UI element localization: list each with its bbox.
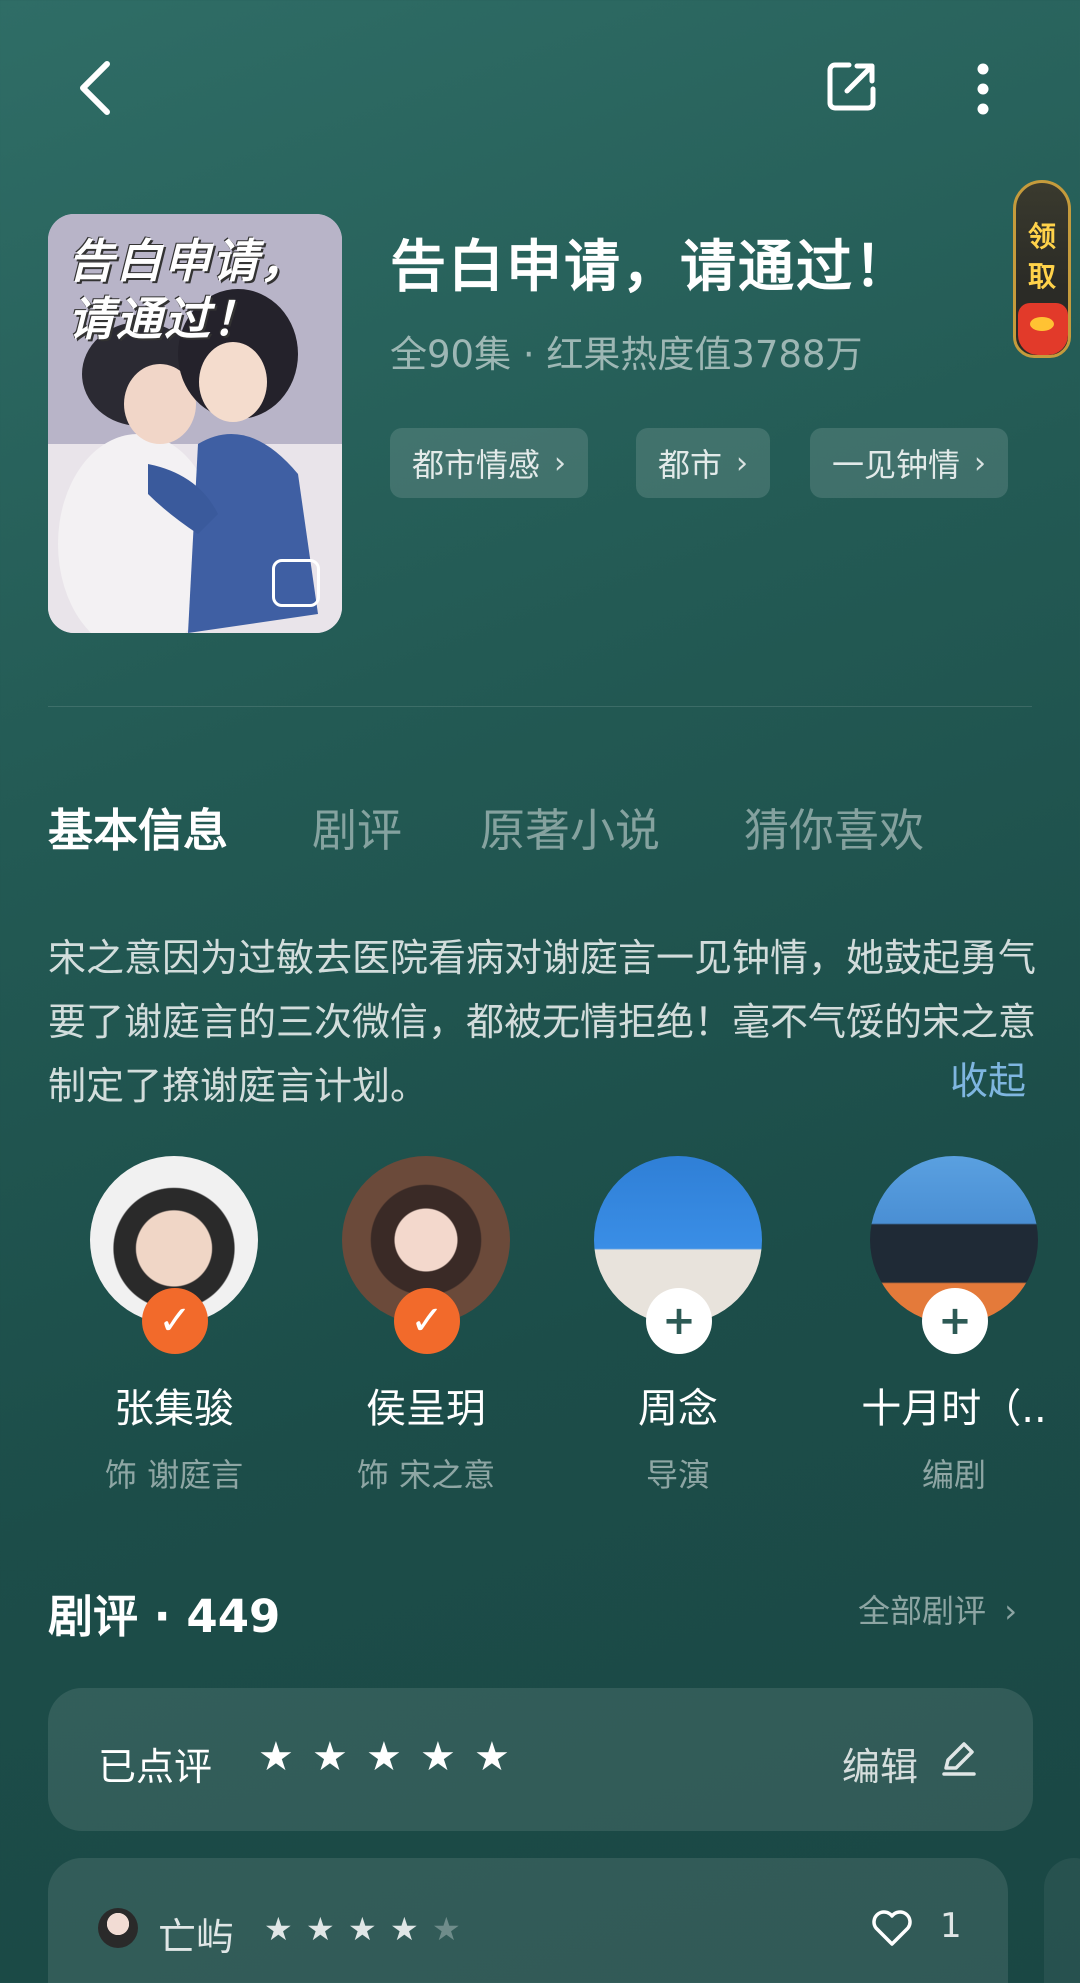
cast-name: 周念 <box>638 1386 718 1432</box>
star-icon: ★ <box>264 1910 293 1948</box>
cast-member-3[interactable]: + 十月时（.. 编剧 <box>854 1156 1054 1496</box>
star-icon[interactable]: ★ <box>474 1734 510 1780</box>
star-icon[interactable]: ★ <box>420 1734 456 1780</box>
star-icon[interactable]: ★ <box>366 1734 402 1780</box>
show-meta: 全90集 · 红果热度值3788万 <box>390 333 863 376</box>
star-icon[interactable]: ★ <box>312 1734 348 1780</box>
cover-badge-icon <box>272 559 320 607</box>
cast-name: 侯呈玥 <box>366 1386 486 1432</box>
chevron-right-icon: › <box>554 445 567 481</box>
heart-icon[interactable] <box>870 1906 914 1950</box>
genre-tag-2[interactable]: 一见钟情 › <box>810 428 1009 498</box>
review-card-next[interactable] <box>1044 1858 1080 1983</box>
more-button[interactable] <box>958 54 1008 124</box>
genre-label: 都市 <box>658 446 723 484</box>
reviewer-name[interactable]: 亡屿 <box>158 1906 234 1961</box>
genre-label: 都市情感 <box>412 446 541 484</box>
followed-check-icon: ✓ <box>142 1288 208 1354</box>
all-reviews-label: 全部剧评 <box>858 1592 987 1630</box>
edit-review-button[interactable]: 编辑 <box>842 1736 918 1791</box>
reviews-title: 剧评 · 449 <box>48 1590 281 1643</box>
avatar[interactable] <box>98 1908 138 1948</box>
star-icon[interactable]: ★ <box>258 1734 294 1780</box>
show-description: 宋之意因为过敏去医院看病对谢庭言一见钟情，她鼓起勇气要了谢庭言的三次微信，都被无… <box>48 936 1037 1108</box>
share-icon <box>827 62 876 111</box>
star-icon: ★ <box>390 1910 419 1948</box>
cast-member-0[interactable]: ✓ 张集骏 饰 谢庭言 <box>74 1156 274 1496</box>
claim-label: 领取 <box>1027 220 1056 293</box>
pencil-icon[interactable] <box>938 1738 978 1778</box>
like-count: 1 <box>940 1906 962 1946</box>
cast-role: 饰 谢庭言 <box>104 1456 244 1494</box>
divider <box>48 706 1032 707</box>
follow-plus-icon[interactable]: + <box>646 1288 712 1354</box>
avatar: + <box>594 1156 762 1354</box>
cast-member-1[interactable]: ✓ 侯呈玥 饰 宋之意 <box>326 1156 526 1496</box>
chevron-left-icon <box>80 61 110 115</box>
show-cover[interactable]: 告白申请，请通过！ <box>48 214 342 633</box>
more-vertical-icon <box>977 63 989 115</box>
cast-member-2[interactable]: + 周念 导演 <box>578 1156 778 1496</box>
star-icon: ★ <box>306 1910 335 1948</box>
collapse-link[interactable]: 收起 <box>950 1054 1026 1108</box>
genre-tag-0[interactable]: 都市情感 › <box>390 428 589 498</box>
tab-basic-info[interactable]: 基本信息 <box>48 794 228 859</box>
coin-icon <box>1030 317 1054 331</box>
avatar: ✓ <box>342 1156 510 1354</box>
chevron-right-icon: › <box>974 445 987 481</box>
chevron-right-icon: › <box>736 445 749 481</box>
tab-reviews[interactable]: 剧评 <box>312 794 402 859</box>
all-reviews-link[interactable]: 全部剧评 › <box>858 1586 1017 1632</box>
cast-role: 导演 <box>645 1456 710 1494</box>
cast-name: 十月时（.. <box>861 1386 1047 1432</box>
chevron-right-icon: › <box>1004 1592 1017 1630</box>
share-button[interactable] <box>820 54 884 118</box>
star-icon: ★ <box>348 1910 377 1948</box>
claim-reward-button[interactable]: 领取 <box>1013 180 1071 358</box>
star-icon: ★ <box>432 1910 461 1948</box>
cast-name: 张集骏 <box>114 1386 234 1432</box>
tab-novel[interactable]: 原著小说 <box>480 794 660 859</box>
follow-plus-icon[interactable]: + <box>922 1288 988 1354</box>
cover-title: 告白申请，请通过！ <box>68 234 308 346</box>
show-title: 告白申请，请通过！ <box>390 235 912 300</box>
followed-check-icon: ✓ <box>394 1288 460 1354</box>
back-button[interactable] <box>60 48 130 128</box>
avatar: ✓ <box>90 1156 258 1354</box>
genre-tag-1[interactable]: 都市 › <box>636 428 771 498</box>
my-review-label: 已点评 <box>98 1745 213 1789</box>
tab-recommend[interactable]: 猜你喜欢 <box>744 794 924 859</box>
genre-label: 一见钟情 <box>832 446 961 484</box>
cast-role: 编剧 <box>921 1456 986 1494</box>
avatar: + <box>870 1156 1038 1354</box>
cast-role: 饰 宋之意 <box>356 1456 496 1494</box>
